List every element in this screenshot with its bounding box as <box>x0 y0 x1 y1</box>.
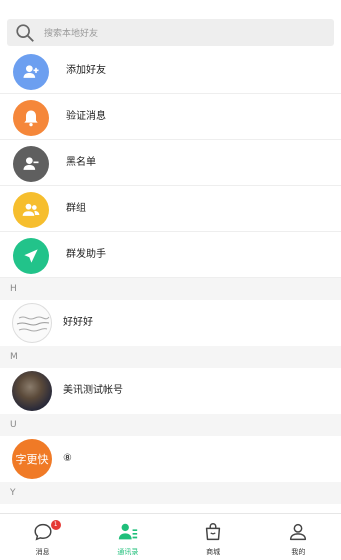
blacklist-label: 黑名单 <box>66 157 96 168</box>
verify-message-label: 验证消息 <box>66 111 106 122</box>
contact-row[interactable]: 字更快 ⑧ <box>0 436 341 482</box>
group-icon <box>13 192 49 228</box>
section-header-u: U <box>0 414 341 436</box>
tab-messages[interactable]: 1 消息 <box>0 514 85 560</box>
add-friend-label: 添加好友 <box>66 65 106 76</box>
verify-message-row[interactable]: 验证消息 <box>0 94 341 140</box>
bottom-tab-bar: 1 消息 通讯录 商城 我的 <box>0 513 341 560</box>
broadcast-row[interactable]: 群发助手 <box>0 232 341 278</box>
unread-badge: 1 <box>50 520 61 530</box>
tab-label: 消息 <box>35 548 50 556</box>
section-header-h: H <box>0 278 341 300</box>
contact-row[interactable]: 好好好 <box>0 300 341 346</box>
contact-row[interactable]: 美讯测试帐号 <box>0 368 341 414</box>
contact-name: 好好好 <box>63 317 93 328</box>
tab-label: 我的 <box>291 548 306 556</box>
group-label: 群组 <box>66 203 86 214</box>
bell-icon <box>13 100 49 136</box>
tab-label: 商城 <box>206 548 221 556</box>
section-header-m: M <box>0 346 341 368</box>
search-bar[interactable]: 搜索本地好友 <box>7 19 334 46</box>
contacts-icon <box>118 523 138 540</box>
add-friend-icon <box>13 54 49 90</box>
blacklist-icon <box>13 146 49 182</box>
shopping-bag-icon <box>205 523 221 541</box>
search-placeholder: 搜索本地好友 <box>44 29 99 39</box>
search-icon <box>16 23 34 42</box>
avatar <box>12 371 52 411</box>
contact-name: 美讯测试帐号 <box>63 385 123 396</box>
send-icon <box>13 238 49 274</box>
tab-profile[interactable]: 我的 <box>256 514 341 560</box>
profile-icon <box>290 523 307 541</box>
contact-name: ⑧ <box>63 453 72 464</box>
section-header-y: Y <box>0 482 341 504</box>
add-friend-row[interactable]: 添加好友 <box>0 48 341 94</box>
avatar: 字更快 <box>12 439 52 479</box>
status-area <box>0 0 341 8</box>
blacklist-row[interactable]: 黑名单 <box>0 140 341 186</box>
tab-contacts[interactable]: 通讯录 <box>85 514 170 560</box>
contacts-list: 添加好友 验证消息 黑名单 群组 群发助手 H 好好好 M 美讯测试帐号 U 字… <box>0 48 341 504</box>
tab-label: 通讯录 <box>117 548 139 556</box>
group-row[interactable]: 群组 <box>0 186 341 232</box>
avatar <box>12 303 52 343</box>
tab-shop[interactable]: 商城 <box>171 514 256 560</box>
broadcast-label: 群发助手 <box>66 249 106 260</box>
